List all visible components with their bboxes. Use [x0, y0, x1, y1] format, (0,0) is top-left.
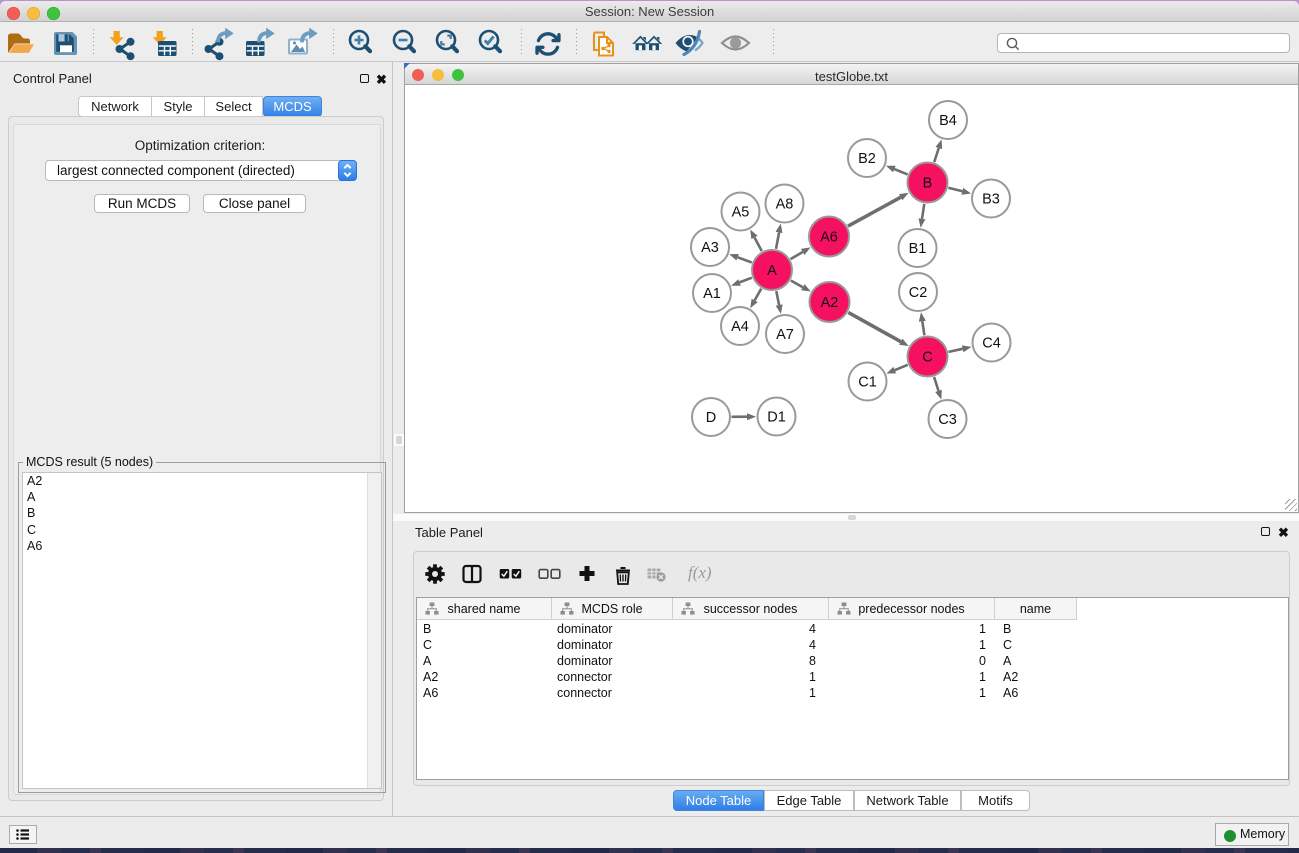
svg-text:C2: C2 — [909, 285, 928, 301]
svg-text:A3: A3 — [701, 240, 719, 256]
svg-text:A6: A6 — [820, 230, 838, 246]
svg-text:B: B — [923, 176, 933, 192]
svg-text:B4: B4 — [939, 113, 957, 129]
svg-text:A1: A1 — [703, 286, 721, 302]
svg-text:A: A — [767, 263, 777, 279]
svg-text:C: C — [922, 350, 932, 366]
svg-text:A7: A7 — [776, 327, 794, 343]
svg-text:D1: D1 — [767, 410, 786, 426]
svg-text:C3: C3 — [938, 412, 957, 428]
svg-text:B2: B2 — [858, 151, 876, 167]
svg-text:C1: C1 — [858, 375, 877, 391]
svg-text:B1: B1 — [909, 241, 927, 257]
svg-text:A4: A4 — [731, 319, 749, 335]
svg-text:D: D — [706, 410, 716, 426]
svg-text:A2: A2 — [821, 295, 839, 311]
svg-text:A8: A8 — [776, 197, 794, 213]
svg-text:B3: B3 — [982, 192, 1000, 208]
svg-text:A5: A5 — [732, 205, 750, 221]
svg-text:C4: C4 — [982, 336, 1001, 352]
